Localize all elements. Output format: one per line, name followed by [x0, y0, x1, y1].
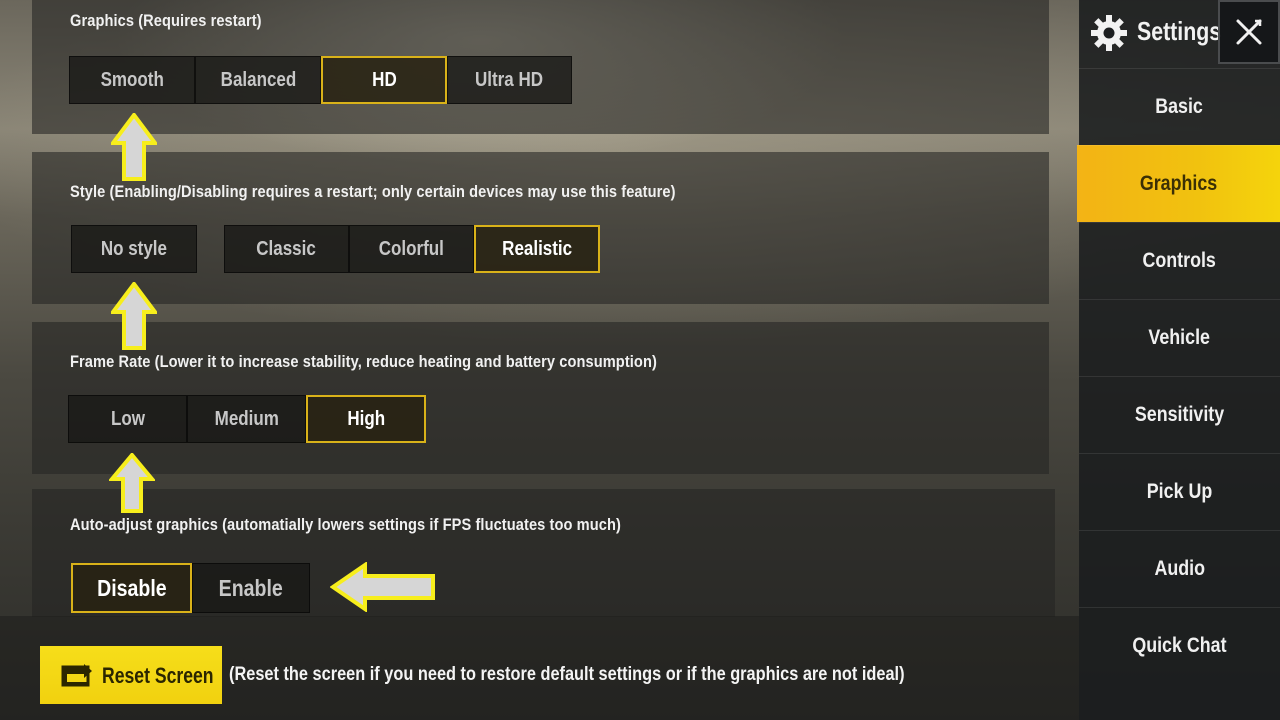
- reset-screen-label: Reset Screen: [102, 663, 214, 688]
- annotation-arrow-icon: [111, 282, 157, 350]
- sidebar-item-graphics[interactable]: Graphics: [1077, 145, 1280, 222]
- annotation-arrow-icon: [330, 562, 435, 612]
- frame-rate-options: Low Medium High: [68, 395, 426, 443]
- style-option-realistic[interactable]: Realistic: [474, 225, 600, 273]
- auto-adjust-label: Auto-adjust graphics (automatially lower…: [70, 515, 621, 534]
- style-option-colorful[interactable]: Colorful: [349, 225, 474, 273]
- style-options: Classic Colorful Realistic: [224, 225, 600, 273]
- sidebar-item-sensitivity[interactable]: Sensitivity: [1079, 376, 1280, 453]
- settings-title: Settings: [1137, 16, 1222, 46]
- graphics-option-smooth[interactable]: Smooth: [69, 56, 195, 104]
- annotation-arrow-icon: [109, 453, 155, 513]
- style-option-classic[interactable]: Classic: [224, 225, 349, 273]
- sidebar-item-quick-chat[interactable]: Quick Chat: [1079, 607, 1280, 684]
- auto-adjust-option-enable[interactable]: Enable: [192, 563, 310, 613]
- annotation-arrow-icon: [111, 113, 157, 181]
- sidebar-item-audio[interactable]: Audio: [1079, 530, 1280, 607]
- sidebar-item-basic[interactable]: Basic: [1079, 68, 1280, 145]
- graphics-options: Smooth Balanced HD Ultra HD: [69, 56, 572, 104]
- graphics-option-balanced[interactable]: Balanced: [195, 56, 321, 104]
- frame-rate-label: Frame Rate (Lower it to increase stabili…: [70, 352, 657, 371]
- graphics-option-ultra-hd[interactable]: Ultra HD: [447, 56, 572, 104]
- sidebar-item-pick-up[interactable]: Pick Up: [1079, 453, 1280, 530]
- settings-sidebar: Settings Basic Graphics Controls Vehicle…: [1077, 0, 1280, 720]
- graphics-option-hd[interactable]: HD: [321, 56, 447, 104]
- sidebar-item-vehicle[interactable]: Vehicle: [1079, 299, 1280, 376]
- reset-screen-icon: [61, 664, 92, 687]
- style-label: Style (Enabling/Disabling requires a res…: [70, 182, 676, 201]
- auto-adjust-option-disable[interactable]: Disable: [71, 563, 192, 613]
- frame-rate-option-medium[interactable]: Medium: [187, 395, 306, 443]
- sidebar-item-controls[interactable]: Controls: [1079, 222, 1280, 299]
- settings-header: Settings: [1079, 0, 1280, 66]
- frame-rate-option-low[interactable]: Low: [68, 395, 187, 443]
- frame-rate-option-high[interactable]: High: [306, 395, 426, 443]
- close-button[interactable]: [1218, 0, 1280, 64]
- style-options-none: No style: [71, 225, 197, 273]
- style-option-no-style[interactable]: No style: [71, 225, 197, 273]
- close-icon: [1236, 19, 1262, 45]
- graphics-label: Graphics (Requires restart): [70, 11, 262, 30]
- reset-screen-button[interactable]: Reset Screen: [40, 646, 222, 704]
- gear-icon: [1091, 15, 1127, 51]
- auto-adjust-options: Disable Enable: [71, 563, 310, 613]
- reset-screen-note: (Reset the screen if you need to restore…: [229, 664, 905, 685]
